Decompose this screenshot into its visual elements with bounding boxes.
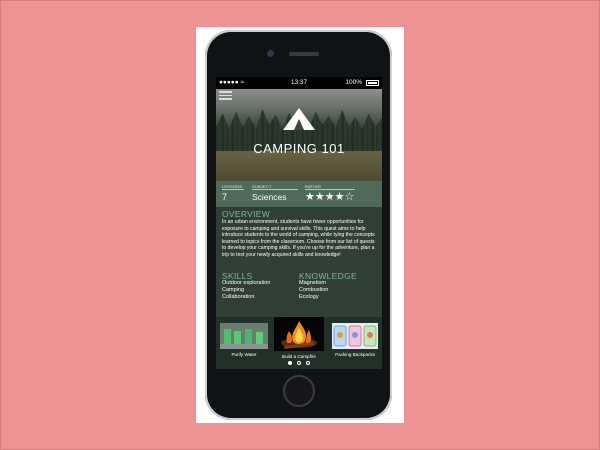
rating-stars: ★★★★☆ bbox=[305, 191, 355, 203]
divider bbox=[252, 189, 298, 190]
quest-caption: Packing Backpacks bbox=[335, 352, 375, 357]
page-dot-active[interactable] bbox=[288, 361, 292, 365]
knowledge-item: Combustion bbox=[299, 287, 329, 293]
quest-carousel: Purify Water Build a Campfire Packing Ba… bbox=[216, 317, 382, 369]
overview-text: In an urban environment, students have f… bbox=[222, 219, 375, 258]
quest-caption: Purify Water bbox=[231, 352, 257, 357]
campfire-image bbox=[274, 317, 324, 351]
front-camera bbox=[267, 50, 274, 57]
page-dot[interactable] bbox=[306, 361, 310, 365]
carousel-pagination bbox=[288, 361, 312, 366]
water-bottles-image bbox=[220, 323, 268, 349]
skill-item: Camping bbox=[222, 287, 245, 293]
skill-item: Collaboration bbox=[222, 294, 255, 300]
app-screen: ●●●●● ≈ 13:37 100% CAMPING 101 LESSONS 7… bbox=[216, 77, 382, 369]
course-title: CAMPING 101 bbox=[253, 141, 345, 156]
knowledge-list: Magnetism Combustion Ecology bbox=[299, 280, 328, 301]
divider bbox=[222, 189, 244, 190]
page-dot[interactable] bbox=[297, 361, 301, 365]
quest-card-purify-water[interactable] bbox=[220, 323, 268, 349]
hamburger-menu-icon[interactable] bbox=[219, 91, 232, 101]
quest-caption: Build a Campfire bbox=[282, 354, 316, 359]
course-details: OVERVIEW In an urban environment, studen… bbox=[216, 207, 382, 317]
skill-item: Outdoor exploration bbox=[222, 280, 271, 286]
course-stats-bar: LESSONS 7 SUBJECT Sciences RATING ★★★★☆ bbox=[216, 181, 382, 207]
status-bar: ●●●●● ≈ 13:37 100% bbox=[216, 77, 382, 89]
backpacks-image bbox=[332, 323, 378, 349]
battery-icon bbox=[366, 80, 379, 86]
home-button[interactable] bbox=[283, 375, 315, 407]
quest-card-build-campfire[interactable] bbox=[274, 317, 324, 351]
subject-value: Sciences bbox=[252, 192, 287, 202]
knowledge-item: Ecology bbox=[299, 294, 319, 300]
earpiece-speaker bbox=[289, 52, 319, 56]
skills-list: Outdoor exploration Camping Collaboratio… bbox=[222, 280, 270, 301]
overview-heading: OVERVIEW bbox=[222, 209, 271, 219]
tent-icon bbox=[283, 108, 315, 130]
knowledge-item: Magnetism bbox=[299, 280, 326, 286]
hero-banner: CAMPING 101 bbox=[216, 89, 382, 181]
quest-card-packing-backpacks[interactable] bbox=[332, 323, 378, 349]
battery-percent: 100% bbox=[345, 79, 362, 86]
lessons-count: 7 bbox=[222, 192, 228, 202]
